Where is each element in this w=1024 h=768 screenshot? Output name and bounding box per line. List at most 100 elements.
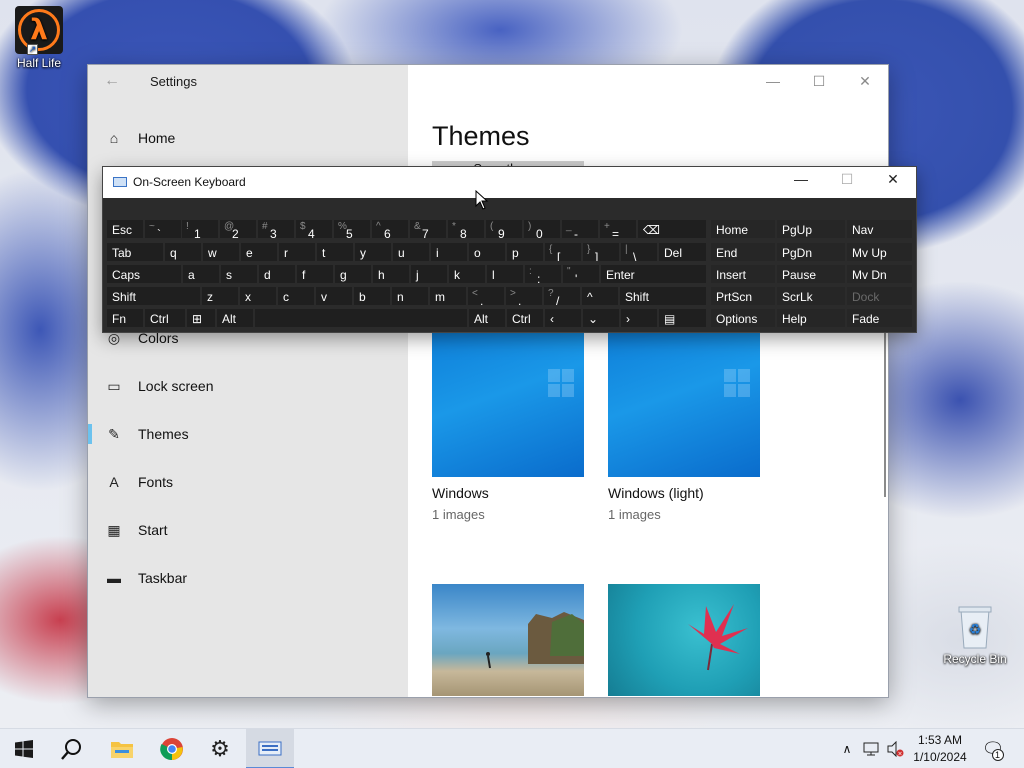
osk-key-shift-right[interactable]: Shift (619, 286, 707, 306)
osk-key-scrlk[interactable]: ScrLk (776, 286, 846, 306)
osk-key[interactable]: f (296, 264, 334, 284)
sidebar-item-fonts[interactable]: A Fonts (88, 460, 408, 504)
osk-key[interactable]: v (315, 286, 353, 306)
osk-key[interactable]: l (486, 264, 524, 284)
osk-titlebar[interactable]: On-Screen Keyboard — ☐ ✕ (103, 167, 916, 198)
osk-key[interactable]: r (278, 242, 316, 262)
sidebar-item-home[interactable]: ⌂ Home (88, 116, 408, 160)
osk-key-down-arrow[interactable]: ⌄ (582, 308, 620, 328)
osk-key-del[interactable]: Del (658, 242, 707, 262)
osk-key[interactable]: }] (582, 242, 620, 262)
osk-key-shift-left[interactable]: Shift (106, 286, 201, 306)
osk-key[interactable]: a (182, 264, 220, 284)
osk-key-mv-dn[interactable]: Mv Dn (846, 264, 913, 284)
osk-key-fn[interactable]: Fn (106, 308, 144, 328)
osk-key[interactable]: @2 (219, 219, 257, 239)
osk-key[interactable]: $4 (295, 219, 333, 239)
osk-key[interactable]: t (316, 242, 354, 262)
osk-key-ctrl-left[interactable]: Ctrl (144, 308, 186, 328)
search-button[interactable] (48, 729, 96, 768)
osk-key[interactable]: q (164, 242, 202, 262)
osk-key[interactable]: h (372, 264, 410, 284)
minimize-button[interactable]: — (750, 71, 796, 95)
osk-key[interactable]: >. (505, 286, 543, 306)
desktop-icon-recycle-bin[interactable]: ♻ Recycle Bin (940, 604, 1010, 666)
osk-key[interactable]: ! 1 (181, 219, 219, 239)
osk-key[interactable]: i (430, 242, 468, 262)
sidebar-item-start[interactable]: ▦ Start (88, 508, 408, 552)
back-arrow-icon[interactable]: ← (104, 72, 120, 90)
osk-key-end[interactable]: End (710, 242, 776, 262)
osk-key-options[interactable]: Options (710, 308, 776, 328)
settings-titlebar[interactable]: ← Settings — ☐ ✕ (88, 65, 888, 99)
osk-key[interactable]: ? / (543, 286, 581, 306)
osk-key[interactable]: m (429, 286, 467, 306)
osk-key[interactable]: n (391, 286, 429, 306)
osk-key-backspace[interactable]: ⌫ (637, 219, 707, 239)
osk-key-home[interactable]: Home (710, 219, 776, 239)
settings-taskbar-button[interactable]: ⚙ (196, 729, 244, 768)
osk-key-caps[interactable]: Caps (106, 264, 182, 284)
osk-key-space[interactable] (254, 308, 468, 328)
osk-key[interactable]: e (240, 242, 278, 262)
osk-key-tab[interactable]: Tab (106, 242, 164, 262)
osk-key-insert[interactable]: Insert (710, 264, 776, 284)
close-button[interactable]: ✕ (842, 71, 888, 95)
osk-close-button[interactable]: ✕ (873, 171, 913, 188)
osk-key-windows[interactable]: ⊞ (186, 308, 216, 328)
osk-key[interactable]: * 8 (447, 219, 485, 239)
osk-key[interactable]: ~ ` (144, 219, 182, 239)
osk-key-nav[interactable]: Nav (846, 219, 913, 239)
start-button[interactable] (0, 729, 48, 768)
sidebar-item-taskbar[interactable]: ▬ Taskbar (88, 556, 408, 600)
osk-key[interactable]: _ - (561, 219, 599, 239)
osk-key-pgdn[interactable]: PgDn (776, 242, 846, 262)
sidebar-item-themes[interactable]: ✎ Themes (88, 412, 408, 456)
osk-key[interactable]: (9 (485, 219, 523, 239)
osk-key[interactable]: % 5 (333, 219, 371, 239)
theme-card-flower[interactable] (608, 584, 760, 696)
osk-key-enter[interactable]: Enter (600, 264, 707, 284)
network-icon[interactable] (860, 729, 882, 768)
osk-key[interactable]: b (353, 286, 391, 306)
osk-key-prtscn[interactable]: PrtScn (710, 286, 776, 306)
osk-key[interactable]: | \ (620, 242, 658, 262)
osk-key[interactable]: x (239, 286, 277, 306)
osk-minimize-button[interactable]: — (781, 171, 821, 187)
osk-key[interactable]: z (201, 286, 239, 306)
osk-key[interactable]: k (448, 264, 486, 284)
osk-key[interactable]: c (277, 286, 315, 306)
osk-key[interactable]: & 7 (409, 219, 447, 239)
osk-key[interactable]: s (220, 264, 258, 284)
osk-key-alt-left[interactable]: Alt (216, 308, 254, 328)
osk-key[interactable]: + = (599, 219, 637, 239)
desktop-icon-half-life[interactable]: λ ↗ Half Life (4, 6, 74, 70)
osk-key-right-arrow[interactable]: › (620, 308, 658, 328)
osk-key-esc[interactable]: Esc (106, 219, 144, 239)
osk-key-pause[interactable]: Pause (776, 264, 846, 284)
osk-key-alt-right[interactable]: Alt (468, 308, 506, 328)
osk-key[interactable]: j (410, 264, 448, 284)
osk-maximize-button[interactable]: ☐ (827, 171, 867, 188)
osk-key[interactable]: y (354, 242, 392, 262)
osk-key-help[interactable]: Help (776, 308, 846, 328)
chrome-button[interactable] (148, 729, 196, 768)
vertical-scrollbar[interactable] (884, 325, 886, 497)
osk-key[interactable]: g (334, 264, 372, 284)
osk-key-up-arrow[interactable]: ^ (581, 286, 619, 306)
osk-key[interactable]: o (468, 242, 506, 262)
file-explorer-button[interactable] (98, 729, 146, 768)
osk-key[interactable]: <, (467, 286, 505, 306)
notifications-button[interactable]: 🗨 1 (978, 729, 1008, 768)
osk-key[interactable]: w (202, 242, 240, 262)
osk-key[interactable]: ) 0 (523, 219, 561, 239)
osk-key-mv-up[interactable]: Mv Up (846, 242, 913, 262)
osk-key-fade[interactable]: Fade (846, 308, 913, 328)
osk-key[interactable]: #3 (257, 219, 295, 239)
osk-key-dock[interactable]: Dock (846, 286, 913, 306)
osk-key-left-arrow[interactable]: ‹ (544, 308, 582, 328)
system-clock[interactable]: 1:53 AM 1/10/2024 (900, 732, 980, 766)
osk-key-pgup[interactable]: PgUp (776, 219, 846, 239)
osk-key[interactable]: u (392, 242, 430, 262)
theme-card-windows[interactable]: Windows 1 images (432, 325, 584, 522)
